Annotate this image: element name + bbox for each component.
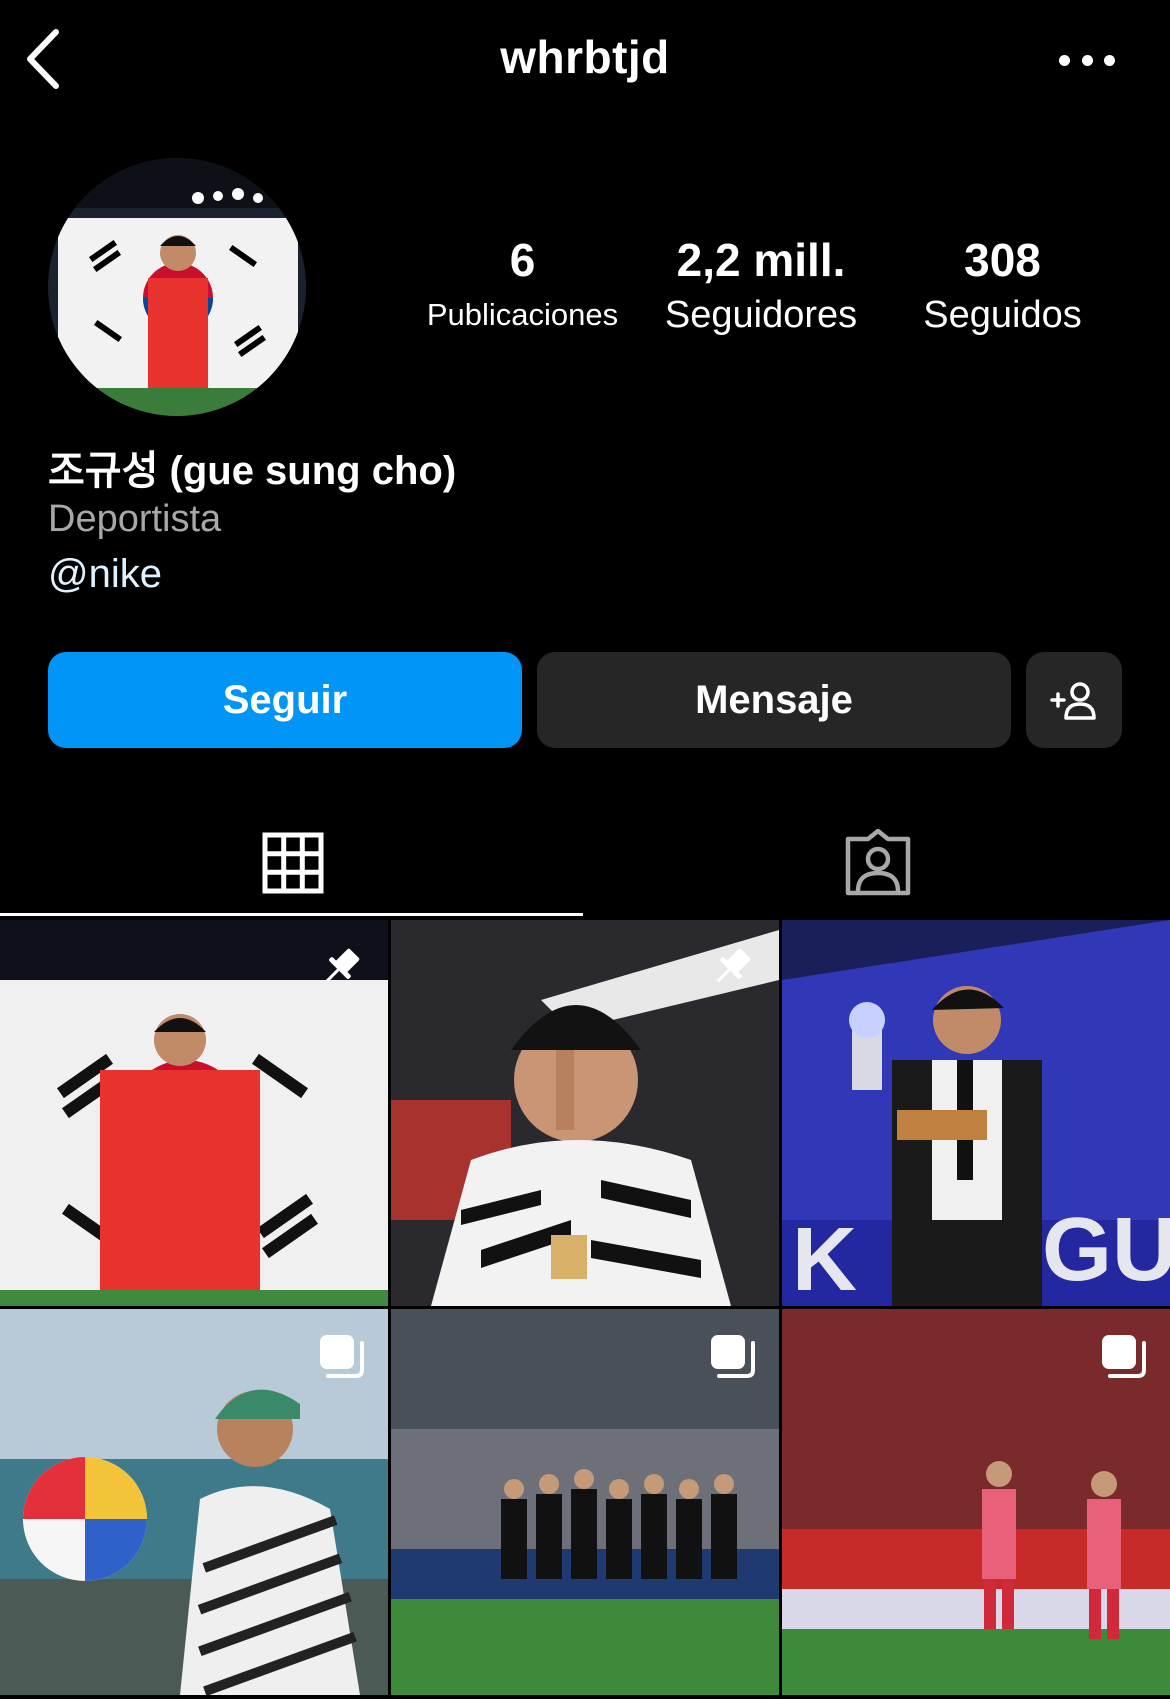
tab-posts-grid[interactable] [0, 808, 585, 918]
stat-posts[interactable]: 6 Publicaciones [410, 230, 635, 340]
posts-label: Publicaciones [426, 297, 619, 332]
tab-tagged[interactable] [585, 808, 1170, 918]
post-thumbnail-1[interactable] [0, 920, 388, 1306]
add-person-icon [1050, 682, 1096, 720]
top-bar: whrbtjd [0, 0, 1170, 120]
post-thumbnail-6[interactable] [782, 1309, 1170, 1695]
pin-icon [325, 948, 360, 983]
tagged-person-icon [845, 829, 910, 896]
followers-count: 2,2 mill. [676, 234, 846, 286]
post-image-award: K GU [782, 920, 1170, 1306]
svg-text:GU: GU [1042, 1200, 1170, 1300]
follow-button[interactable]: Seguir [48, 652, 522, 748]
carousel-icon [320, 1335, 364, 1378]
more-horizontal-icon [1059, 54, 1070, 66]
avatar[interactable] [48, 158, 306, 416]
following-label: Seguidos [923, 294, 1082, 336]
post-thumbnail-3[interactable]: K GU [782, 920, 1170, 1306]
stat-followers[interactable]: 2,2 mill. Seguidores [650, 230, 872, 340]
stat-following[interactable]: 308 Seguidos [895, 230, 1110, 340]
post-thumbnail-2[interactable] [391, 920, 779, 1306]
profile-username: whrbtjd [500, 31, 670, 83]
pin-icon [716, 948, 751, 983]
more-options-button[interactable] [1059, 50, 1115, 70]
suggested-accounts-button[interactable] [1026, 652, 1122, 748]
posts-count: 6 [509, 234, 536, 286]
profile-full-name: 조규성 (gue sung cho) [48, 449, 457, 493]
grid-icon [262, 832, 323, 894]
profile-mention-link[interactable]: @nike [48, 552, 162, 597]
post-thumbnail-5[interactable] [391, 1309, 779, 1695]
post-thumbnail-4[interactable] [0, 1309, 388, 1695]
profile-category: Deportista [48, 498, 222, 540]
followers-label: Seguidores [664, 294, 858, 336]
message-button[interactable]: Mensaje [537, 652, 1011, 748]
carousel-icon [711, 1335, 755, 1378]
active-tab-indicator [0, 913, 583, 916]
svg-text:K: K [792, 1210, 857, 1306]
following-count: 308 [964, 234, 1041, 286]
carousel-icon [1102, 1335, 1146, 1378]
avatar-image [48, 158, 306, 416]
